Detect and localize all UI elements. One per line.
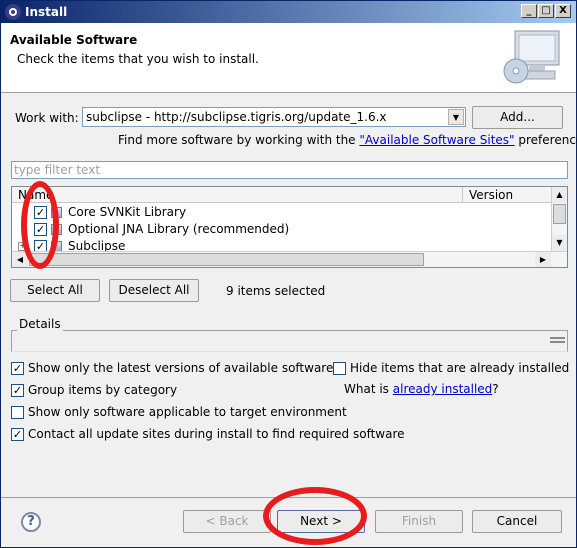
what-is-prefix: What is [344,382,393,396]
what-is-suffix: ? [492,382,499,396]
install-computer-icon [503,30,560,84]
finish-button[interactable]: Finish [375,510,463,533]
work-with-value: subclipse - http://subclipse.tigris.org/… [86,110,387,124]
help-icon[interactable]: ? [21,512,41,532]
scroll-thumb[interactable] [29,253,424,266]
available-sites-link[interactable]: "Available Software Sites" [359,133,514,147]
tree-row-label: Optional JNA Library (recommended) [68,222,290,236]
details-label: Details [17,317,63,331]
column-header-name[interactable]: Name [12,187,463,203]
scroll-thumb[interactable] [553,204,566,224]
hint-suffix: preferences. [518,133,577,147]
chevron-down-icon[interactable]: ▼ [448,109,464,125]
scroll-down-icon[interactable]: ▼ [552,235,567,251]
minimize-button[interactable]: _ [521,4,537,18]
hide-installed-checkbox[interactable] [333,362,346,375]
hide-installed-label[interactable]: Hide items that are already installed [350,361,569,375]
details-divider [11,330,568,331]
target-environment-checkbox[interactable] [11,406,24,419]
already-installed-link[interactable]: already installed [393,382,493,396]
page-description: Check the items that you wish to install… [17,52,259,66]
select-all-button[interactable]: Select All [10,279,100,302]
group-by-category-label[interactable]: Group items by category [28,383,177,397]
available-sites-hint: Find more software by working with the "… [118,133,577,147]
group-by-category-checkbox[interactable]: ✓ [11,384,24,397]
column-header-version[interactable]: Version [463,187,551,203]
resize-grip-icon[interactable] [550,337,565,347]
deselect-all-button[interactable]: Deselect All [109,279,199,302]
contact-sites-checkbox[interactable]: ✓ [11,428,24,441]
target-environment-label[interactable]: Show only software applicable to target … [28,405,347,419]
column-version-label: Version [469,188,514,202]
hint-prefix: Find more software by working with the [118,133,360,147]
work-with-combo[interactable]: subclipse - http://subclipse.tigris.org/… [82,107,466,127]
window-title: Install [25,5,68,19]
scroll-up-icon[interactable]: ▲ [552,187,567,203]
back-button[interactable]: < Back [183,510,271,533]
details-area [11,330,568,352]
close-button[interactable]: X [555,4,571,18]
latest-only-label[interactable]: Show only the latest versions of availab… [28,361,333,375]
scroll-right-icon[interactable]: ▶ [535,252,551,267]
cancel-button[interactable]: Cancel [472,510,562,533]
tree-vertical-scrollbar[interactable]: ▲ ▼ [551,187,567,251]
maximize-button[interactable]: □ [538,4,554,18]
tree-row[interactable]: ✓ Core SVNKit Library [12,204,551,221]
tree-horizontal-scrollbar[interactable]: ◀ ▶ [12,251,567,267]
latest-only-checkbox[interactable]: ✓ [11,362,24,375]
contact-sites-label[interactable]: Contact all update sites during install … [28,427,405,441]
what-is-installed: What is already installed? [344,382,499,396]
software-tree: Name Version ✓ Core SVNKit Library ✓ Opt… [11,186,568,268]
filter-input[interactable]: type filter text [11,161,568,179]
checkbox-annotation-circle [21,181,59,269]
page-title: Available Software [10,33,138,47]
add-site-button[interactable]: Add... [472,106,563,129]
selection-status: 9 items selected [226,284,326,298]
tree-row-label: Core SVNKit Library [68,205,187,219]
filter-placeholder: type filter text [14,163,101,177]
tree-row[interactable]: ✓ Optional JNA Library (recommended) [12,221,551,238]
install-window: Install _ □ X Available Software Check t… [0,0,577,548]
eclipse-icon [5,4,21,20]
wizard-header: Available Software Check the items that … [1,23,576,93]
next-annotation-circle [263,487,367,545]
work-with-label: Work with: [15,111,79,125]
title-bar: Install _ □ X [1,1,576,23]
